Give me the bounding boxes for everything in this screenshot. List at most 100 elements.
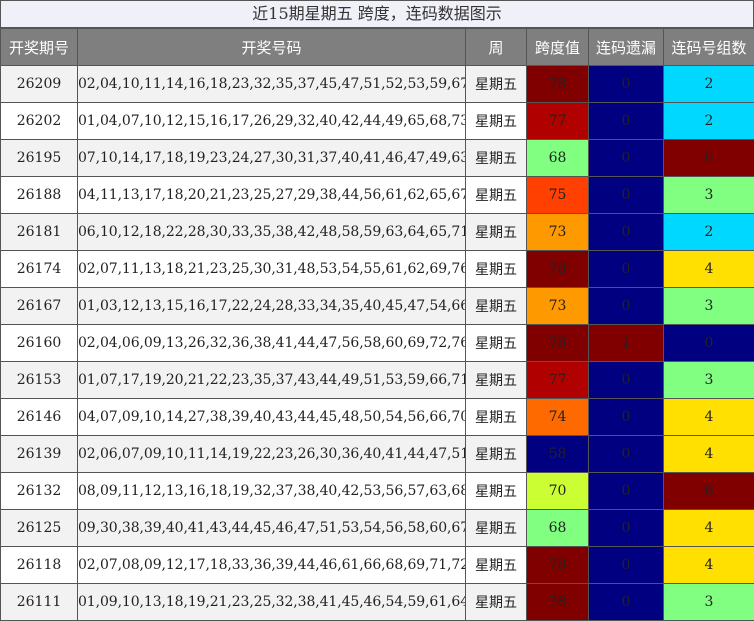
groups-cell: 3 xyxy=(664,288,754,325)
numbers-cell: 01,07,17,19,20,21,22,23,35,37,43,44,49,5… xyxy=(78,362,466,399)
span-cell: 78 xyxy=(527,251,589,288)
groups-cell: 4 xyxy=(664,251,754,288)
numbers-cell: 02,07,08,09,12,17,18,33,36,39,44,46,61,6… xyxy=(78,547,466,584)
header-omit: 连码遗漏 xyxy=(589,29,664,66)
table-row: 2618106,10,12,18,22,28,30,33,35,38,42,48… xyxy=(1,214,754,251)
period-cell: 26174 xyxy=(1,251,78,288)
period-cell: 26125 xyxy=(1,510,78,547)
weekday-cell: 星期五 xyxy=(466,325,527,362)
span-cell: 74 xyxy=(527,399,589,436)
numbers-cell: 06,10,12,18,22,28,30,33,35,38,42,48,58,5… xyxy=(78,214,466,251)
weekday-cell: 星期五 xyxy=(466,288,527,325)
table-row: 2612509,30,38,39,40,41,43,44,45,46,47,51… xyxy=(1,510,754,547)
table-row: 2619507,10,14,17,18,19,23,24,27,30,31,37… xyxy=(1,140,754,177)
table-row: 2614604,07,09,10,14,27,38,39,40,43,44,45… xyxy=(1,399,754,436)
table-row: 2620902,04,10,11,14,16,18,23,32,35,37,45… xyxy=(1,66,754,103)
omit-cell: 0 xyxy=(589,251,664,288)
omit-cell: 0 xyxy=(589,140,664,177)
table-row: 2617402,07,11,13,18,21,23,25,30,31,48,53… xyxy=(1,251,754,288)
weekday-cell: 星期五 xyxy=(466,66,527,103)
omit-cell: 0 xyxy=(589,288,664,325)
table-row: 2615301,07,17,19,20,21,22,23,35,37,43,44… xyxy=(1,362,754,399)
groups-cell: 3 xyxy=(664,362,754,399)
weekday-cell: 星期五 xyxy=(466,140,527,177)
numbers-cell: 04,11,13,17,18,20,21,23,25,27,29,38,44,5… xyxy=(78,177,466,214)
period-cell: 26111 xyxy=(1,584,78,621)
weekday-cell: 星期五 xyxy=(466,584,527,621)
period-cell: 26209 xyxy=(1,66,78,103)
omit-cell: 0 xyxy=(589,66,664,103)
groups-cell: 4 xyxy=(664,436,754,473)
span-cell: 77 xyxy=(527,103,589,140)
span-cell: 68 xyxy=(527,510,589,547)
numbers-cell: 02,04,06,09,13,26,32,36,38,41,44,47,56,5… xyxy=(78,325,466,362)
groups-cell: 3 xyxy=(664,584,754,621)
span-cell: 78 xyxy=(527,66,589,103)
table-row: 2616002,04,06,09,13,26,32,36,38,41,44,47… xyxy=(1,325,754,362)
period-cell: 26160 xyxy=(1,325,78,362)
period-cell: 26146 xyxy=(1,399,78,436)
span-cell: 73 xyxy=(527,288,589,325)
numbers-cell: 01,09,10,13,18,19,21,23,25,32,38,41,45,4… xyxy=(78,584,466,621)
header-numbers: 开奖号码 xyxy=(78,29,466,66)
groups-cell: 4 xyxy=(664,510,754,547)
table-row: 2611802,07,08,09,12,17,18,33,36,39,44,46… xyxy=(1,547,754,584)
table-row: 2620201,04,07,10,12,15,16,17,26,29,32,40… xyxy=(1,103,754,140)
draw-data-table: 开奖期号 开奖号码 周 跨度值 连码遗漏 连码号组数 2620902,04,10… xyxy=(0,28,754,621)
groups-cell: 6 xyxy=(664,473,754,510)
table-header-row: 开奖期号 开奖号码 周 跨度值 连码遗漏 连码号组数 xyxy=(1,29,754,66)
span-cell: 77 xyxy=(527,362,589,399)
groups-cell: 2 xyxy=(664,66,754,103)
groups-cell: 4 xyxy=(664,547,754,584)
numbers-cell: 02,07,11,13,18,21,23,25,30,31,48,53,54,5… xyxy=(78,251,466,288)
groups-cell: 0 xyxy=(664,325,754,362)
groups-cell: 2 xyxy=(664,103,754,140)
groups-cell: 3 xyxy=(664,177,754,214)
span-cell: 68 xyxy=(527,140,589,177)
omit-cell: 0 xyxy=(589,473,664,510)
period-cell: 26118 xyxy=(1,547,78,584)
numbers-cell: 02,04,10,11,14,16,18,23,32,35,37,45,47,5… xyxy=(78,66,466,103)
header-weekday: 周 xyxy=(466,29,527,66)
groups-cell: 4 xyxy=(664,399,754,436)
weekday-cell: 星期五 xyxy=(466,103,527,140)
weekday-cell: 星期五 xyxy=(466,251,527,288)
numbers-cell: 01,04,07,10,12,15,16,17,26,29,32,40,42,4… xyxy=(78,103,466,140)
omit-cell: 0 xyxy=(589,362,664,399)
table-row: 2611101,09,10,13,18,19,21,23,25,32,38,41… xyxy=(1,584,754,621)
weekday-cell: 星期五 xyxy=(466,399,527,436)
period-cell: 26132 xyxy=(1,473,78,510)
table-row: 2613902,06,07,09,10,11,14,19,22,23,26,30… xyxy=(1,436,754,473)
header-span: 跨度值 xyxy=(527,29,589,66)
span-cell: 78 xyxy=(527,547,589,584)
period-cell: 26188 xyxy=(1,177,78,214)
period-cell: 26202 xyxy=(1,103,78,140)
period-cell: 26195 xyxy=(1,140,78,177)
span-cell: 78 xyxy=(527,584,589,621)
table-row: 2618804,11,13,17,18,20,21,23,25,27,29,38… xyxy=(1,177,754,214)
omit-cell: 0 xyxy=(589,177,664,214)
omit-cell: 1 xyxy=(589,325,664,362)
weekday-cell: 星期五 xyxy=(466,436,527,473)
header-groups: 连码号组数 xyxy=(664,29,754,66)
period-cell: 26139 xyxy=(1,436,78,473)
period-cell: 26181 xyxy=(1,214,78,251)
omit-cell: 0 xyxy=(589,399,664,436)
omit-cell: 0 xyxy=(589,214,664,251)
weekday-cell: 星期五 xyxy=(466,473,527,510)
numbers-cell: 09,30,38,39,40,41,43,44,45,46,47,51,53,5… xyxy=(78,510,466,547)
table-row: 2613208,09,11,12,13,16,18,19,32,37,38,40… xyxy=(1,473,754,510)
numbers-cell: 02,06,07,09,10,11,14,19,22,23,26,30,36,4… xyxy=(78,436,466,473)
numbers-cell: 01,03,12,13,15,16,17,22,24,28,33,34,35,4… xyxy=(78,288,466,325)
span-cell: 73 xyxy=(527,214,589,251)
span-cell: 78 xyxy=(527,325,589,362)
table-row: 2616701,03,12,13,15,16,17,22,24,28,33,34… xyxy=(1,288,754,325)
groups-cell: 2 xyxy=(664,214,754,251)
numbers-cell: 08,09,11,12,13,16,18,19,32,37,38,40,42,5… xyxy=(78,473,466,510)
omit-cell: 0 xyxy=(589,436,664,473)
weekday-cell: 星期五 xyxy=(466,547,527,584)
numbers-cell: 04,07,09,10,14,27,38,39,40,43,44,45,48,5… xyxy=(78,399,466,436)
span-cell: 70 xyxy=(527,473,589,510)
weekday-cell: 星期五 xyxy=(466,177,527,214)
groups-cell: 6 xyxy=(664,140,754,177)
